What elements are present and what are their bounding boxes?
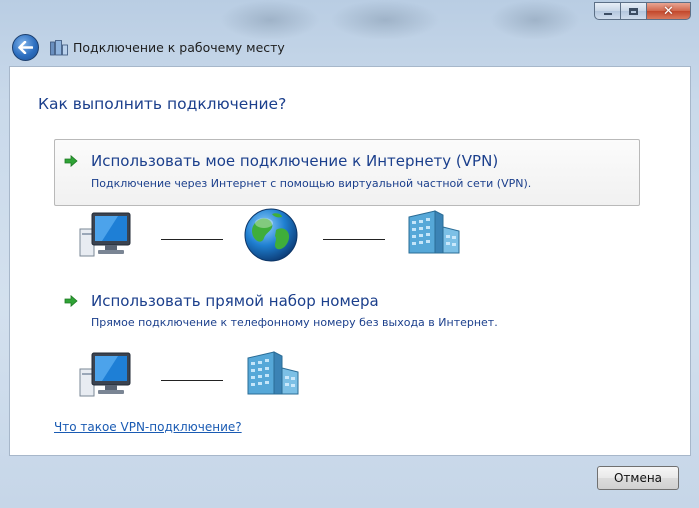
close-button[interactable]: ✕ [646,2,691,20]
background-blur [220,0,320,40]
wizard-content: Как выполнить подключение? Использовать … [9,66,691,456]
maximize-icon [629,7,638,15]
office-building-icon [408,210,460,254]
globe-icon [244,208,298,262]
caption-buttons: ✕ [594,2,691,20]
green-arrow-icon [64,295,78,307]
page-title: Как выполнить подключение? [38,95,287,113]
what-is-vpn-link[interactable]: Что такое VPN-подключение? [54,420,242,434]
maximize-button[interactable] [620,2,646,20]
connection-line [161,239,223,240]
window-title: Подключение к рабочему месту [73,40,285,55]
computer-icon [79,352,131,397]
option-dialup-title: Использовать прямой набор номера [91,292,379,310]
background-blur [330,0,440,40]
option-dialup[interactable]: Использовать прямой набор номера Прямое … [54,281,640,341]
connection-line [323,239,385,240]
back-button[interactable] [12,34,39,61]
option-vpn-description: Подключение через Интернет с помощью вир… [91,177,532,190]
option-dialup-description: Прямое подключение к телефонному номеру … [91,316,498,329]
option-vpn[interactable]: Использовать мое подключение к Интернету… [54,139,640,206]
minimize-button[interactable] [594,2,620,20]
office-building-icon [247,351,299,395]
minimize-icon [603,13,612,15]
green-arrow-icon [64,155,78,167]
computer-icon [79,212,131,257]
connection-line [161,380,223,381]
network-connection-icon [50,40,68,56]
background-blur [490,0,580,40]
back-arrow-icon [18,41,33,54]
option-vpn-title: Использовать мое подключение к Интернету… [91,152,499,170]
close-icon: ✕ [663,3,674,19]
cancel-button[interactable]: Отмена [597,466,679,490]
